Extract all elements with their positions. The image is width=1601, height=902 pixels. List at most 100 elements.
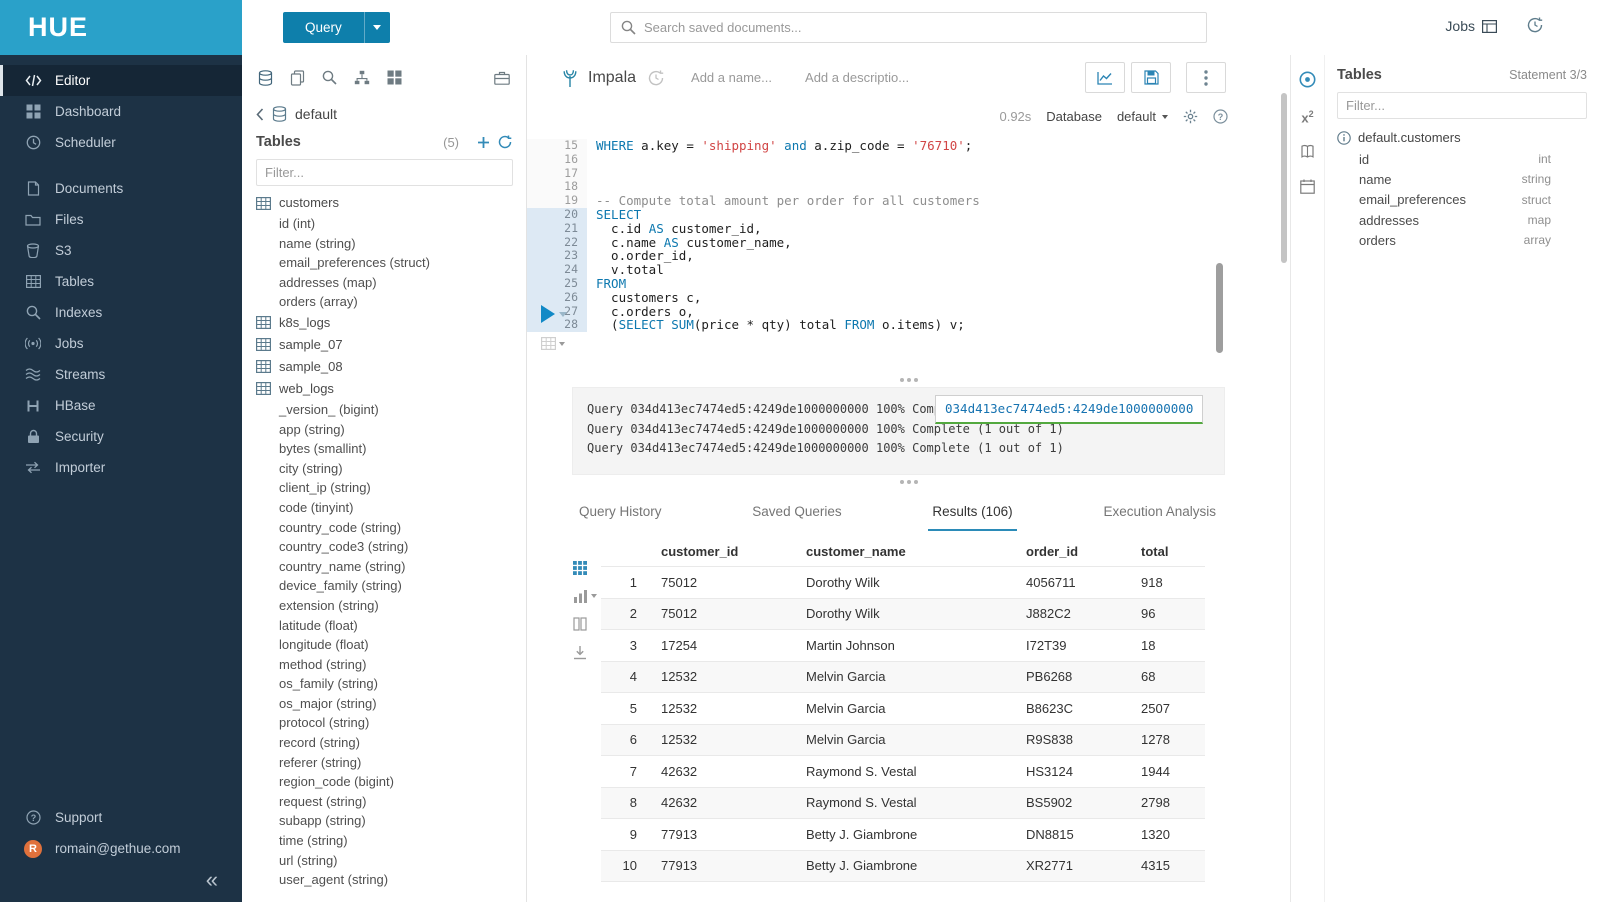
more-actions-button[interactable] — [1186, 62, 1226, 93]
column-item[interactable]: orders (array) — [256, 292, 526, 312]
column-item[interactable]: url (string) — [256, 851, 526, 871]
sidebar-item-files[interactable]: Files — [0, 204, 242, 235]
results-header[interactable]: total — [1133, 537, 1205, 567]
column-item[interactable]: region_code (bigint) — [256, 772, 526, 792]
right-filter-input[interactable] — [1337, 92, 1587, 119]
settings-gear-icon[interactable] — [1183, 109, 1198, 124]
column-item[interactable]: protocol (string) — [256, 713, 526, 733]
refresh-tables-button[interactable] — [498, 135, 512, 149]
column-item[interactable]: device_family (string) — [256, 576, 526, 596]
column-item[interactable]: referer (string) — [256, 753, 526, 773]
column-item[interactable]: time (string) — [256, 831, 526, 851]
compass-button[interactable] — [1299, 71, 1316, 88]
column-item[interactable]: addresses (map) — [256, 273, 526, 293]
column-item[interactable]: extension (string) — [256, 596, 526, 616]
column-item[interactable]: name (string) — [256, 234, 526, 254]
column-row-orders[interactable]: ordersarray — [1337, 230, 1601, 250]
run-button[interactable] — [541, 305, 567, 323]
column-row-name[interactable]: namestring — [1337, 169, 1601, 189]
tab-query-history[interactable]: Query History — [575, 495, 666, 531]
column-item[interactable]: os_family (string) — [256, 674, 526, 694]
results-header[interactable]: customer_id — [653, 537, 798, 567]
sidebar-item-security[interactable]: Security — [0, 421, 242, 452]
help-icon[interactable]: ? — [1213, 109, 1228, 124]
column-item[interactable]: user_agent (string) — [256, 870, 526, 890]
results-row[interactable]: 317254Martin JohnsonI72T3918 — [601, 630, 1205, 662]
table-item-web-logs[interactable]: web_logs — [256, 378, 526, 400]
sidebar-item-tables[interactable]: Tables — [0, 266, 242, 297]
results-row[interactable]: 1077913Betty J. GiambroneXR27714315 — [601, 850, 1205, 882]
bar-chart-button[interactable] — [573, 589, 599, 603]
column-item[interactable]: record (string) — [256, 733, 526, 753]
table-item-customers[interactable]: customers — [256, 192, 526, 214]
sidebar-item-hbase[interactable]: HBase — [0, 390, 242, 421]
column-row-id[interactable]: idint — [1337, 149, 1601, 169]
back-chevron-icon[interactable] — [256, 108, 264, 121]
chart-button[interactable] — [1085, 62, 1125, 93]
search-input[interactable] — [644, 20, 1206, 35]
column-item[interactable]: latitude (float) — [256, 616, 526, 636]
sidebar-item-documents[interactable]: Documents — [0, 173, 242, 204]
column-item[interactable]: code (tinyint) — [256, 498, 526, 518]
database-button[interactable] — [258, 70, 273, 86]
sidebar-item-streams[interactable]: Streams — [0, 359, 242, 390]
column-row-email-preferences[interactable]: email_preferencesstruct — [1337, 190, 1601, 210]
resize-handle[interactable] — [527, 475, 1290, 489]
sidebar-item-s3[interactable]: S3 — [0, 235, 242, 266]
results-row[interactable]: 275012Dorothy WilkJ882C296 — [601, 598, 1205, 630]
sitemap-button[interactable] — [354, 70, 370, 85]
search-button[interactable] — [322, 70, 337, 85]
active-table-entry[interactable]: default.customers — [1337, 130, 1601, 145]
tab-saved-queries[interactable]: Saved Queries — [748, 495, 845, 531]
column-item[interactable]: os_major (string) — [256, 694, 526, 714]
results-header[interactable] — [601, 537, 653, 567]
column-item[interactable]: longitude (float) — [256, 635, 526, 655]
column-item[interactable]: id (int) — [256, 214, 526, 234]
user-menu[interactable]: R romain@gethue.com — [0, 833, 242, 864]
hue-logo[interactable]: HUE — [0, 0, 242, 55]
briefcase-button[interactable] — [494, 71, 510, 85]
column-item[interactable]: country_code (string) — [256, 518, 526, 538]
code-editor[interactable]: 15WHERE a.key = 'shipping' and a.zip_cod… — [527, 133, 1290, 373]
table-item-sample-07[interactable]: sample_07 — [256, 334, 526, 356]
column-item[interactable]: subapp (string) — [256, 811, 526, 831]
query-name-input[interactable] — [691, 70, 791, 85]
column-item[interactable]: request (string) — [256, 792, 526, 812]
results-row[interactable]: 742632Raymond S. VestalHS31241944 — [601, 756, 1205, 788]
database-breadcrumb[interactable]: default — [295, 106, 337, 122]
collapse-sidebar-button[interactable]: « — [206, 867, 218, 892]
support-link[interactable]: ? Support — [0, 802, 242, 833]
query-description-input[interactable] — [805, 70, 930, 85]
column-item[interactable]: _version_ (bigint) — [256, 400, 526, 420]
column-item[interactable]: country_code3 (string) — [256, 537, 526, 557]
column-item[interactable]: client_ip (string) — [256, 478, 526, 498]
download-button[interactable] — [573, 645, 599, 660]
column-item[interactable]: bytes (smallint) — [256, 439, 526, 459]
sidebar-item-importer[interactable]: Importer — [0, 452, 242, 483]
sidebar-item-dashboard[interactable]: Dashboard — [0, 96, 242, 127]
tab-results-106[interactable]: Results (106) — [928, 495, 1016, 531]
column-item[interactable]: city (string) — [256, 459, 526, 479]
results-row[interactable]: 842632Raymond S. VestalBS59022798 — [601, 787, 1205, 819]
editor-scrollbar[interactable] — [1216, 263, 1223, 353]
results-row[interactable]: 977913Betty J. GiambroneDN88151320 — [601, 819, 1205, 851]
column-row-addresses[interactable]: addressesmap — [1337, 210, 1601, 230]
superscript-button[interactable]: x2 — [1301, 108, 1313, 124]
results-row[interactable]: 512532Melvin GarciaB8623C2507 — [601, 693, 1205, 725]
new-query-button[interactable]: Query — [283, 12, 364, 43]
page-scrollbar[interactable] — [1281, 93, 1287, 263]
sidebar-item-indexes[interactable]: Indexes — [0, 297, 242, 328]
results-header[interactable]: customer_name — [798, 537, 1018, 567]
snippet-type-button[interactable] — [541, 337, 565, 350]
results-row[interactable]: 612532Melvin GarciaR9S8381278 — [601, 724, 1205, 756]
grid-button[interactable] — [387, 70, 402, 85]
history-button[interactable] — [1527, 17, 1544, 38]
column-item[interactable]: app (string) — [256, 420, 526, 440]
query-history-icon[interactable] — [648, 70, 665, 86]
tables-filter-input[interactable] — [256, 159, 513, 186]
sidebar-item-scheduler[interactable]: Scheduler — [0, 127, 242, 158]
table-item-sample-08[interactable]: sample_08 — [256, 356, 526, 378]
query-type-dropdown-button[interactable] — [364, 12, 390, 43]
add-table-button[interactable] — [477, 136, 490, 149]
columns-button[interactable] — [573, 617, 599, 631]
